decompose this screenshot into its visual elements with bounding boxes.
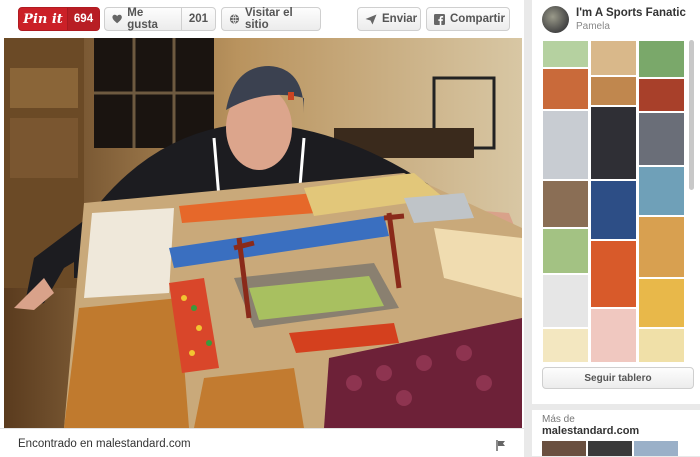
board-name[interactable]: I'm A Sports Fanatic xyxy=(576,7,686,19)
board-thumbnail[interactable] xyxy=(638,112,685,166)
follow-board-button[interactable]: Seguir tablero xyxy=(542,367,694,389)
board-thumbnail[interactable] xyxy=(590,76,637,106)
board-thumbnail[interactable] xyxy=(638,216,685,278)
board-owner[interactable]: Pamela xyxy=(576,21,610,32)
visit-site-label: Visitar el sitio xyxy=(244,7,293,31)
facebook-icon xyxy=(434,13,445,25)
board-thumbnail[interactable] xyxy=(542,40,589,68)
avatar[interactable] xyxy=(542,6,569,33)
more-thumbnail[interactable] xyxy=(588,441,632,456)
heart-icon xyxy=(112,14,122,24)
more-from-domain[interactable]: malestandard.com xyxy=(542,425,639,437)
share-button[interactable]: Compartir xyxy=(426,7,510,31)
board-thumbnail[interactable] xyxy=(542,110,589,180)
snack-stadium-photo xyxy=(4,38,522,428)
board-sidebar: I'm A Sports Fanatic Pamela Seguir table… xyxy=(532,0,700,404)
like-count: 201 xyxy=(180,8,215,30)
visit-site-button[interactable]: Visitar el sitio xyxy=(221,7,321,31)
board-thumbnail[interactable] xyxy=(590,180,637,240)
globe-icon xyxy=(229,14,240,24)
pin-footer: Encontrado en malestandard.com xyxy=(0,428,524,457)
like-button[interactable]: Me gusta 201 xyxy=(104,7,216,31)
more-thumbnail[interactable] xyxy=(634,441,678,456)
board-thumbnail[interactable] xyxy=(542,328,589,362)
pin-main-panel: Pin it 694 Me gusta 201 Visitar el sitio… xyxy=(0,0,524,457)
sidebar-scrollbar[interactable] xyxy=(689,40,694,190)
board-thumbnail-grid[interactable] xyxy=(542,40,686,362)
board-thumbnail[interactable] xyxy=(638,328,685,362)
board-thumbnail[interactable] xyxy=(590,106,637,180)
board-thumbnail[interactable] xyxy=(590,40,637,76)
send-button[interactable]: Enviar xyxy=(357,7,421,31)
board-thumbnail[interactable] xyxy=(590,240,637,308)
board-thumbnail[interactable] xyxy=(542,180,589,228)
board-thumbnail[interactable] xyxy=(542,68,589,110)
source-link[interactable]: Encontrado en malestandard.com xyxy=(18,438,191,450)
send-label: Enviar xyxy=(382,13,418,25)
pin-count: 694 xyxy=(67,8,99,30)
board-thumbnail[interactable] xyxy=(590,308,637,362)
more-thumbnail[interactable] xyxy=(542,441,586,456)
pin-it-label: Pin it xyxy=(23,11,63,27)
board-thumbnail[interactable] xyxy=(638,40,685,78)
board-thumbnail[interactable] xyxy=(638,78,685,112)
more-from-label: Más de xyxy=(542,414,575,425)
like-label: Me gusta xyxy=(127,7,158,31)
board-thumbnail[interactable] xyxy=(638,166,685,216)
pin-it-button[interactable]: Pin it 694 xyxy=(18,7,100,31)
pin-image[interactable] xyxy=(4,38,522,428)
send-icon xyxy=(365,14,377,24)
board-thumbnail[interactable] xyxy=(638,278,685,328)
board-thumbnail[interactable] xyxy=(542,274,589,328)
flag-icon[interactable] xyxy=(496,438,506,456)
more-from-source: Más de malestandard.com xyxy=(532,410,700,456)
pin-toolbar: Pin it 694 Me gusta 201 Visitar el sitio… xyxy=(0,0,524,38)
board-thumbnail[interactable] xyxy=(542,228,589,274)
share-label: Compartir xyxy=(450,13,505,25)
